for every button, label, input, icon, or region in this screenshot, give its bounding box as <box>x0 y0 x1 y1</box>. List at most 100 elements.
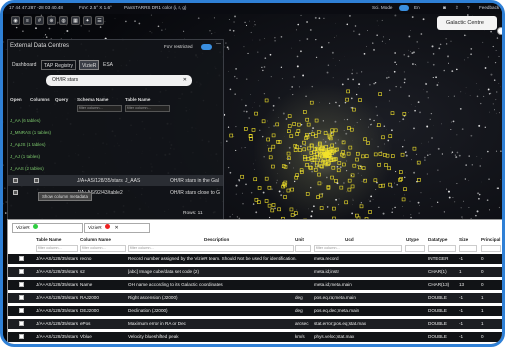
col-principal[interactable]: Principal <box>481 236 500 244</box>
filter-datatype[interactable] <box>428 245 456 252</box>
filter-column[interactable]: filter column... <box>80 245 126 252</box>
table-row[interactable]: J/A+AS/128/35/stars RAJ2000 Right ascensio… <box>8 293 502 303</box>
catalog-marker[interactable] <box>316 130 321 134</box>
col-columns[interactable]: Columns <box>30 96 50 104</box>
catalog-marker[interactable] <box>317 142 322 147</box>
target-search[interactable]: Galactic Centre <box>437 16 497 30</box>
survey-label[interactable]: PanSTARRS DR1 color (i, r, g) <box>124 5 186 10</box>
col-description[interactable]: Description <box>204 236 229 244</box>
catalog-marker[interactable] <box>264 98 269 103</box>
catalog-marker[interactable] <box>266 137 271 142</box>
catalog-marker[interactable] <box>290 213 295 217</box>
catalog-marker[interactable] <box>331 165 336 170</box>
catalog-marker[interactable] <box>264 176 269 181</box>
catalog-marker[interactable] <box>290 187 294 192</box>
catalog-marker[interactable] <box>347 178 352 183</box>
col-datatype[interactable]: Datatype <box>428 236 447 244</box>
catalog-marker[interactable] <box>287 114 292 118</box>
filter-description[interactable]: filter column... <box>128 245 294 252</box>
row-checkbox[interactable] <box>19 334 24 339</box>
catalog-marker[interactable] <box>307 146 311 151</box>
open-icon[interactable] <box>13 190 18 195</box>
catalog-marker[interactable] <box>326 185 331 189</box>
catalog-marker[interactable] <box>324 145 328 149</box>
catalog-marker[interactable] <box>271 144 276 149</box>
catalog-marker[interactable] <box>399 170 403 174</box>
catalog-marker[interactable] <box>286 151 291 156</box>
catalog-marker[interactable] <box>287 124 292 128</box>
filter-unit[interactable] <box>295 245 311 252</box>
catalog-marker[interactable] <box>398 178 402 182</box>
catalog-marker[interactable] <box>277 207 281 212</box>
language-select[interactable]: En <box>414 5 420 10</box>
catalog-marker[interactable] <box>333 128 338 133</box>
catalog-marker[interactable] <box>339 185 344 190</box>
catalog-marker[interactable] <box>403 187 407 191</box>
row-checkbox[interactable] <box>19 256 24 261</box>
catalog-marker[interactable] <box>347 187 352 192</box>
catalog-marker[interactable] <box>257 186 262 190</box>
catalog-marker[interactable] <box>402 112 407 116</box>
catalog-marker[interactable] <box>332 206 336 211</box>
tab-vizier[interactable]: VizieR <box>79 60 100 70</box>
catalog-marker[interactable] <box>388 182 392 187</box>
catalog-marker[interactable] <box>378 92 382 96</box>
camera-icon[interactable]: ◙ <box>443 5 446 10</box>
catalog-marker[interactable] <box>302 140 306 145</box>
catalog-marker[interactable] <box>268 147 272 152</box>
tools-icon[interactable]: ✦ <box>83 16 92 25</box>
catalog-marker[interactable] <box>229 133 234 138</box>
catalog-marker[interactable] <box>243 127 248 131</box>
catalog-marker[interactable] <box>344 200 348 205</box>
catalog-marker[interactable] <box>387 166 391 171</box>
col-table-name[interactable]: Table Name <box>125 96 150 104</box>
catalog-marker[interactable] <box>330 128 334 133</box>
image-icon[interactable]: ▦ <box>71 16 80 25</box>
catalog-marker[interactable] <box>268 155 273 160</box>
catalog-marker[interactable] <box>286 129 291 133</box>
table-row[interactable]: J/A+AS/128/35/stars Name OH name according… <box>8 280 502 290</box>
tree-node-jmnras[interactable]: J_MNRAS (1 tables) <box>10 128 51 138</box>
catalog-marker[interactable] <box>334 179 338 183</box>
filter-principal[interactable] <box>481 245 501 252</box>
catalog-marker[interactable] <box>345 97 349 102</box>
close-icon[interactable]: ✕ <box>114 226 118 231</box>
catalog-marker[interactable] <box>294 211 298 215</box>
catalog-marker[interactable] <box>399 177 403 181</box>
filter-utype[interactable] <box>405 245 425 252</box>
catalog-marker[interactable] <box>346 89 350 94</box>
col-utype[interactable]: Utype <box>406 236 419 244</box>
tree-node-jaas[interactable]: J_AAS (2 tables) <box>10 164 44 174</box>
catalog-marker[interactable] <box>400 152 405 157</box>
tab-dashboard[interactable]: Dashboard <box>10 60 38 70</box>
catalog-marker[interactable] <box>326 186 331 190</box>
columns-icon[interactable] <box>34 178 39 183</box>
table-row[interactable]: J/A+AS/128/35/stars J_AAS OH/IR stars in… <box>8 175 223 186</box>
sci-mode-toggle[interactable] <box>399 5 409 11</box>
catalog-marker[interactable] <box>271 164 275 169</box>
feedback-link[interactable]: Feedback <box>479 5 499 10</box>
catalog-marker[interactable] <box>261 119 266 124</box>
catalog-marker[interactable] <box>318 141 322 146</box>
catalog-marker[interactable] <box>336 168 341 173</box>
catalog-marker[interactable] <box>330 143 334 148</box>
catalog-marker[interactable] <box>348 145 353 150</box>
col-unit[interactable]: Unit <box>295 236 304 244</box>
col-table-name[interactable]: Table Name <box>36 236 61 244</box>
clear-search-icon[interactable]: ✕ <box>183 75 187 86</box>
catalog-marker[interactable] <box>289 207 294 212</box>
col-open[interactable]: Open <box>10 96 22 104</box>
catalog-marker[interactable] <box>346 151 351 156</box>
col-size[interactable]: Size <box>459 236 468 244</box>
catalog-marker[interactable] <box>355 157 359 162</box>
catalog-marker[interactable] <box>359 204 364 209</box>
catalog-marker[interactable] <box>363 137 367 142</box>
catalog-marker[interactable] <box>292 122 296 126</box>
catalog-marker[interactable] <box>305 192 310 196</box>
catalog-marker[interactable] <box>373 178 378 183</box>
catalog-marker[interactable] <box>267 203 272 208</box>
catalog-marker[interactable] <box>368 210 372 214</box>
catalog-marker[interactable] <box>314 118 319 123</box>
table-row[interactable]: J/A+AS/128/35/stars ePos Maximum error in … <box>8 319 502 329</box>
tab-tap-registry[interactable]: TAP Registry <box>41 60 76 70</box>
